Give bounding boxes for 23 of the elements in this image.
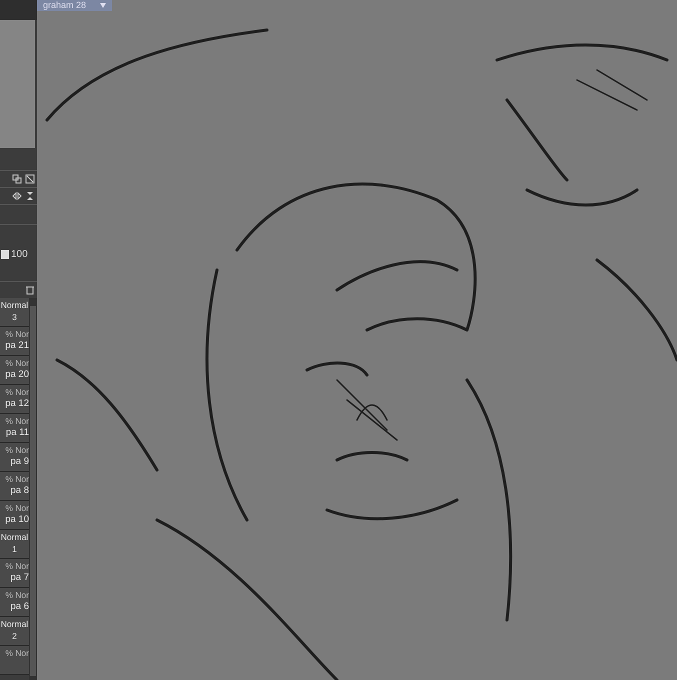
opacity-slider[interactable] (1, 250, 9, 259)
layer-row[interactable]: % Nor pa 20 (0, 356, 29, 385)
panel-header (0, 0, 37, 20)
layer-row[interactable]: % Nor pa 11 (0, 414, 29, 443)
layer-row[interactable]: % Nor pa 6 (0, 588, 29, 617)
layer-row[interactable]: % Nor (0, 646, 29, 675)
layer-row[interactable]: % Nor pa 7 (0, 559, 29, 588)
layer-folder[interactable]: Normal 1 (0, 530, 29, 559)
layer-row[interactable]: % Nor pa 21 (0, 327, 29, 356)
layer-row[interactable]: % Nor pa 8 (0, 472, 29, 501)
opacity-value[interactable]: 100 (11, 247, 28, 262)
layer-folder[interactable]: Normal 2 (0, 617, 29, 646)
layer-row[interactable]: % Nor pa 12 (0, 385, 29, 414)
layer-row[interactable]: % Nor pa 9 (0, 443, 29, 472)
fit-icon[interactable] (25, 174, 35, 184)
caret-icon[interactable] (100, 3, 106, 8)
trash-icon[interactable] (25, 285, 35, 295)
layers-icon[interactable] (12, 174, 22, 184)
flip-vertical-icon[interactable] (25, 191, 35, 201)
layer-row[interactable]: % Nor pa 10 (0, 501, 29, 530)
scrollbar[interactable] (29, 298, 37, 680)
flip-icon[interactable] (12, 191, 22, 201)
layer-folder[interactable]: Normal 3 (0, 298, 29, 327)
